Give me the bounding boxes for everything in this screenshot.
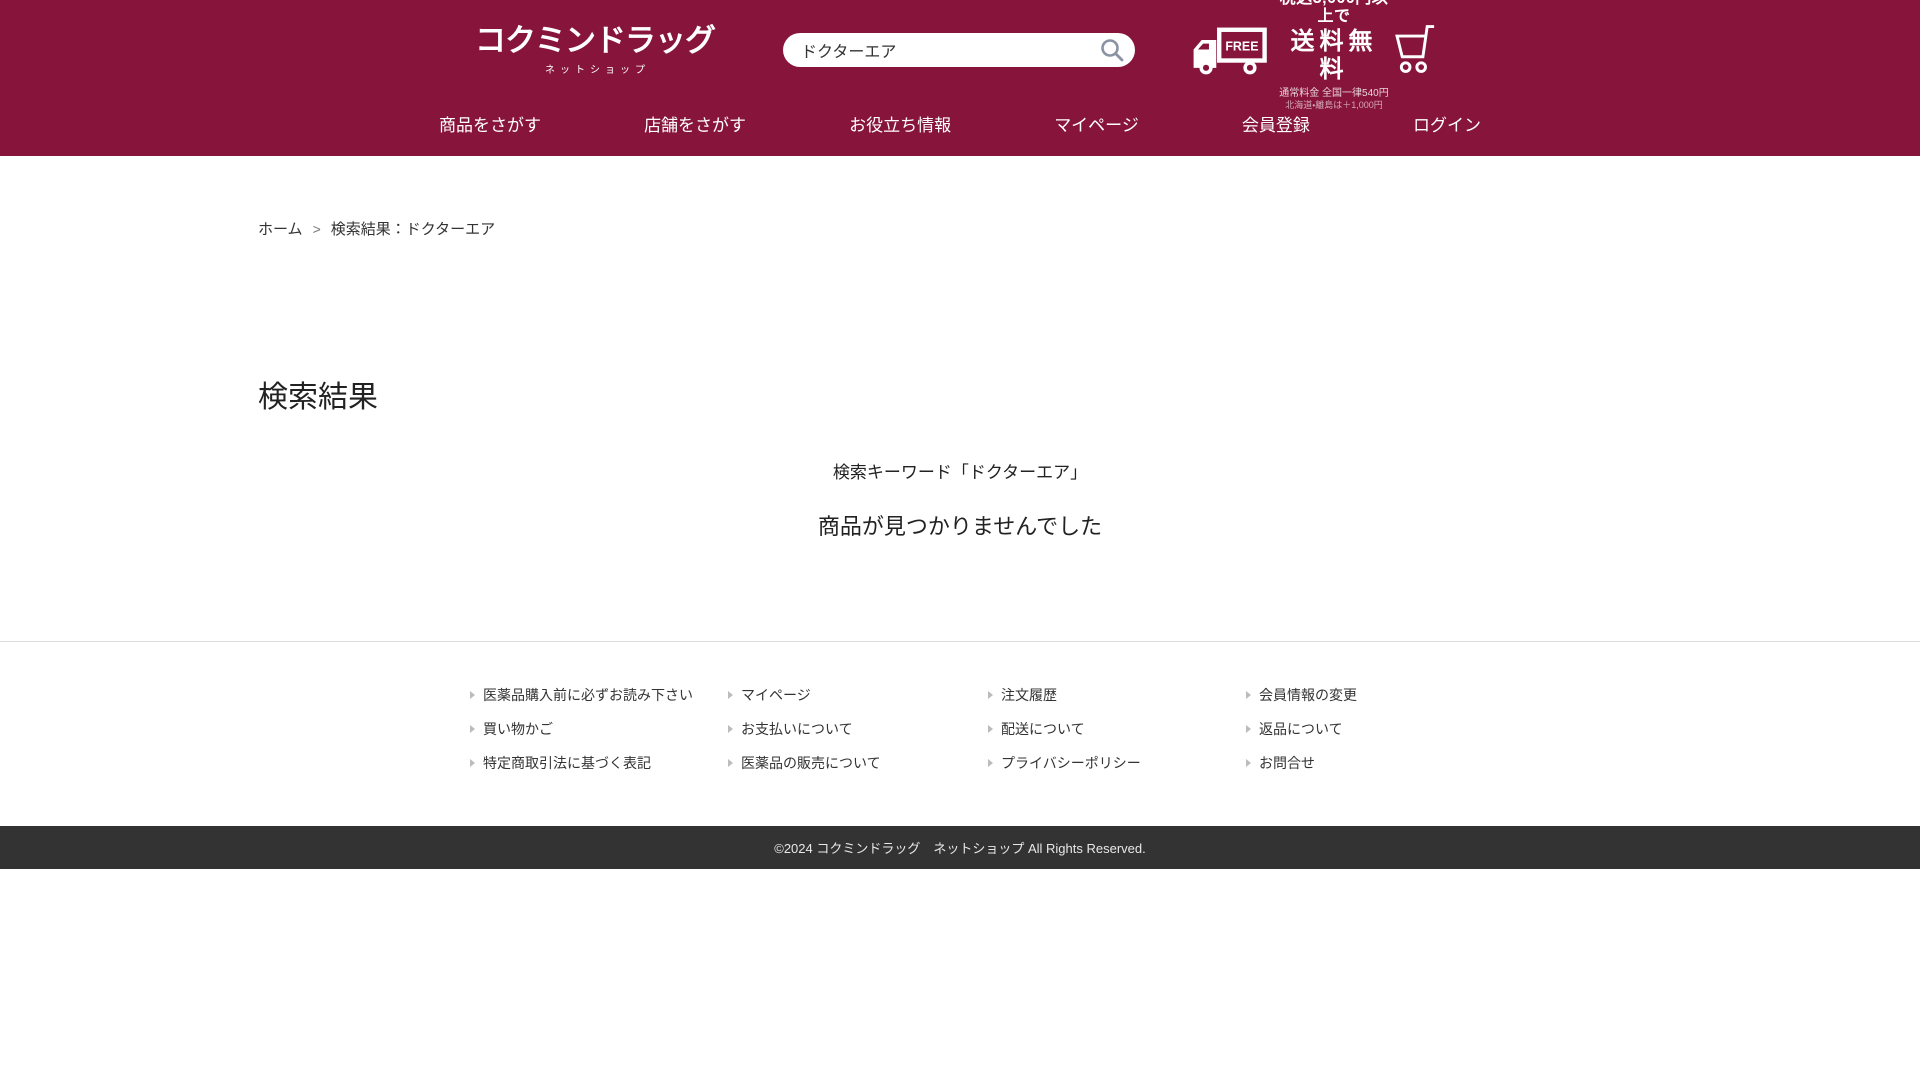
arrow-right-icon (1246, 691, 1251, 699)
truck-free-label: FREE (1225, 39, 1258, 53)
header-top-row: コクミンドラッグ ネットショップ FREE (475, 0, 1445, 100)
footer-copyright-bar: ©2024 コクミンドラッグ ネットショップ All Rights Reserv… (0, 826, 1920, 869)
main-content: 検索結果 検索キーワード「ドクターエア」 商品が見つかりませんでした (258, 372, 1662, 641)
footer-link-delivery[interactable]: 配送について (1001, 722, 1085, 736)
footer-link-medicine-notice[interactable]: 医薬品購入前に必ずお読み下さい (483, 688, 693, 702)
free-shipping-banner: FREE 税込3,000円以上で 送料無料 通常料金 全国一律540円 北海道・… (1187, 0, 1391, 110)
shipping-text: 税込3,000円以上で 送料無料 通常料金 全国一律540円 北海道・離島は＋1… (1277, 0, 1391, 110)
site-header: コクミンドラッグ ネットショップ FREE (0, 0, 1920, 156)
shipping-free-label: 送料無料 (1277, 28, 1391, 83)
search-button[interactable] (1099, 37, 1125, 63)
nav-item-find-stores[interactable]: 店舗をさがす (644, 111, 746, 136)
footer-link-item[interactable]: 注文履歴 (988, 688, 1246, 702)
nav-item-login[interactable]: ログイン (1413, 111, 1481, 136)
footer-link-medicine-sales[interactable]: 医薬品の販売について (741, 756, 881, 770)
search-result-message: 検索キーワード「ドクターエア」 商品が見つかりませんでした (258, 458, 1662, 541)
nav-item-my-page[interactable]: マイページ (1054, 111, 1139, 136)
logo-text: コクミンドラッグ (475, 25, 715, 56)
free-shipping-truck-icon: FREE (1187, 26, 1269, 81)
cart-button[interactable] (1391, 22, 1441, 79)
footer-column-3: 注文履歴 配送について プライバシーポリシー (988, 688, 1246, 770)
search-keyword-line: 検索キーワード「ドクターエア」 (258, 458, 1662, 483)
logo-subtitle: ネットショップ (475, 61, 715, 76)
footer-link-privacy-policy[interactable]: プライバシーポリシー (1001, 756, 1141, 770)
search-form (783, 33, 1135, 67)
footer-link-contact[interactable]: お問合せ (1259, 756, 1315, 770)
shipping-note-standard: 通常料金 全国一律540円 (1277, 88, 1391, 100)
footer-link-item[interactable]: マイページ (728, 688, 988, 702)
no-results-message: 商品が見つかりませんでした (258, 509, 1662, 541)
breadcrumb-current: 検索結果：ドクターエア (331, 221, 495, 238)
footer-column-4: 会員情報の変更 返品について お問合せ (1246, 688, 1460, 770)
copyright-text: ©2024 コクミンドラッグ ネットショップ All Rights Reserv… (774, 838, 1146, 857)
footer-link-item[interactable]: 買い物かご (470, 722, 728, 736)
footer-link-returns[interactable]: 返品について (1259, 722, 1343, 736)
page-title: 検索結果 (258, 372, 1662, 416)
footer-links-section: 医薬品購入前に必ずお読み下さい 買い物かご 特定商取引法に基づく表記 マイページ… (0, 641, 1920, 826)
footer-link-item[interactable]: 返品について (1246, 722, 1460, 736)
footer-link-shopping-cart[interactable]: 買い物かご (483, 722, 553, 736)
footer-link-item[interactable]: 医薬品購入前に必ずお読み下さい (470, 688, 728, 702)
search-input[interactable] (783, 33, 1135, 67)
footer-link-item[interactable]: 配送について (988, 722, 1246, 736)
arrow-right-icon (470, 691, 475, 699)
footer-link-item[interactable]: 会員情報の変更 (1246, 688, 1460, 702)
arrow-right-icon (470, 759, 475, 767)
breadcrumb-separator: > (313, 221, 321, 237)
footer-link-item[interactable]: 医薬品の販売について (728, 756, 988, 770)
footer-link-item[interactable]: プライバシーポリシー (988, 756, 1246, 770)
footer-link-payment[interactable]: お支払いについて (741, 722, 853, 736)
arrow-right-icon (728, 759, 733, 767)
shipping-note-remote: 北海道・離島は＋1,000円 (1277, 100, 1391, 110)
shipping-condition: 税込3,000円以上で (1277, 0, 1391, 26)
footer-column-1: 医薬品購入前に必ずお読み下さい 買い物かご 特定商取引法に基づく表記 (470, 688, 728, 770)
breadcrumb: ホーム > 検索結果：ドクターエア (258, 156, 1662, 239)
arrow-right-icon (988, 759, 993, 767)
arrow-right-icon (1246, 725, 1251, 733)
footer-column-2: マイページ お支払いについて 医薬品の販売について (728, 688, 988, 770)
footer-link-commercial-law[interactable]: 特定商取引法に基づく表記 (483, 756, 651, 770)
footer-link-item[interactable]: お支払いについて (728, 722, 988, 736)
footer-link-my-page[interactable]: マイページ (741, 688, 811, 702)
arrow-right-icon (728, 725, 733, 733)
breadcrumb-home-link[interactable]: ホーム (258, 221, 303, 238)
footer-link-item[interactable]: 特定商取引法に基づく表記 (470, 756, 728, 770)
arrow-right-icon (728, 691, 733, 699)
cart-icon (1391, 64, 1441, 79)
search-icon (1099, 51, 1125, 66)
site-footer: 医薬品購入前に必ずお読み下さい 買い物かご 特定商取引法に基づく表記 マイページ… (0, 641, 1920, 869)
footer-link-member-info[interactable]: 会員情報の変更 (1259, 688, 1357, 702)
footer-link-item[interactable]: お問合せ (1246, 756, 1460, 770)
nav-item-member-registration[interactable]: 会員登録 (1242, 111, 1310, 136)
footer-link-order-history[interactable]: 注文履歴 (1001, 688, 1057, 702)
nav-item-find-products[interactable]: 商品をさがす (439, 111, 541, 136)
nav-item-useful-info[interactable]: お役立ち情報 (849, 111, 951, 136)
site-logo[interactable]: コクミンドラッグ ネットショップ (475, 25, 715, 76)
arrow-right-icon (1246, 759, 1251, 767)
arrow-right-icon (988, 725, 993, 733)
arrow-right-icon (470, 725, 475, 733)
arrow-right-icon (988, 691, 993, 699)
